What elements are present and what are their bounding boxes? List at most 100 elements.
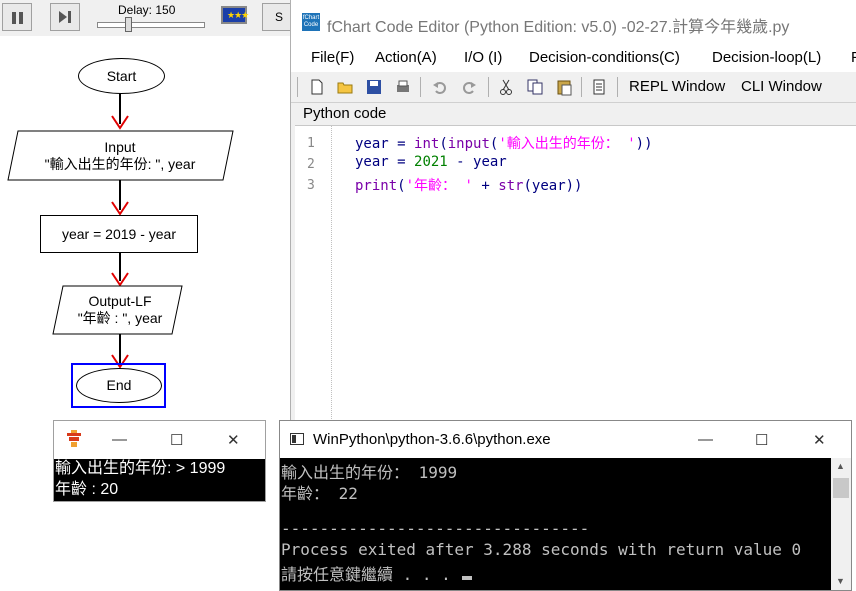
flowchart-canvas: Start Input "輸入出生的年份: ", year year = 201… <box>0 36 290 591</box>
cut-icon[interactable] <box>497 78 515 96</box>
open-folder-icon[interactable] <box>336 78 354 96</box>
vertical-scrollbar[interactable]: ▲ ▼ <box>831 458 851 590</box>
line-number: 2 <box>307 157 315 172</box>
code-editor-window: fChart Code fChart Code Editor (Python E… <box>290 0 856 421</box>
output-node[interactable]: Output-LF "年齡 : ", year <box>62 290 178 330</box>
code-token: '輸入出生的年份： ' <box>498 136 636 152</box>
console-line: Process exited after 3.288 seconds with … <box>281 540 802 559</box>
step-button[interactable] <box>50 3 80 31</box>
python-console-window: WinPython\python-3.6.6\python.exe — ☐ ✕ … <box>279 420 852 591</box>
editor-titlebar[interactable]: fChart Code fChart Code Editor (Python E… <box>291 0 856 44</box>
menu-action[interactable]: Action(A) <box>375 49 437 66</box>
delay-label: Delay: 150 <box>118 3 176 17</box>
console-line: 請按任意鍵繼續 . . . <box>281 565 461 584</box>
scroll-down-icon[interactable]: ▼ <box>836 576 845 586</box>
redo-icon[interactable] <box>460 78 478 96</box>
eu-flag-icon[interactable]: ★★★ <box>221 6 249 24</box>
page-icon[interactable] <box>590 78 608 96</box>
input-title: Input <box>104 139 136 155</box>
end-node[interactable]: End <box>76 368 162 403</box>
step-icon <box>59 11 71 23</box>
code-token: year <box>355 154 389 170</box>
code-token: print <box>355 178 398 194</box>
delay-track[interactable] <box>97 22 205 28</box>
code-token: + <box>472 178 499 194</box>
save-icon[interactable] <box>365 78 383 96</box>
close-button[interactable]: ✕ <box>227 431 240 449</box>
toolbar-separator <box>581 77 582 97</box>
output-args: "年齡 : ", year <box>77 310 163 326</box>
console-line: -------------------------------- <box>281 519 590 538</box>
editor-toolbar: REPL Window CLI Window <box>291 72 856 103</box>
code-token: 2021 <box>414 154 448 170</box>
start-node[interactable]: Start <box>78 58 165 94</box>
pause-button[interactable] <box>2 3 32 31</box>
start-label: Start <box>106 67 137 84</box>
code-token: (year)) <box>523 178 583 194</box>
copy-icon[interactable] <box>526 78 544 96</box>
fchart-logo-icon: fChart Code <box>302 13 320 31</box>
input-args: "輸入出生的年份: ", year <box>44 156 196 172</box>
line-number: 1 <box>307 136 315 151</box>
code-token: input <box>447 136 490 152</box>
editor-title: fChart Code Editor (Python Edition: v5.0… <box>327 19 790 36</box>
maximize-button[interactable]: ☐ <box>170 431 183 449</box>
undo-icon[interactable] <box>431 78 449 96</box>
scroll-up-icon[interactable]: ▲ <box>836 461 845 471</box>
console-line: 年齡： 22 <box>281 484 358 503</box>
code-token: ( <box>397 178 406 194</box>
console-icon <box>290 433 304 445</box>
repl-window-button[interactable]: REPL Window <box>629 78 725 95</box>
console-titlebar[interactable]: — ☐ ✕ <box>54 421 265 459</box>
assign-node[interactable]: year = 2019 - year <box>40 215 198 253</box>
code-token: ( <box>439 136 448 152</box>
console-output: 輸入出生的年份: > 1999 年齡 : 20 <box>54 459 265 501</box>
assign-label: year = 2019 - year <box>61 225 176 242</box>
editor-menubar: File(F) Action(A) I/O (I) Decision-condi… <box>291 44 856 72</box>
print-icon[interactable] <box>394 78 412 96</box>
paste-icon[interactable] <box>555 78 573 96</box>
code-token: year <box>355 136 389 152</box>
code-token: = <box>388 136 415 152</box>
toolbar-separator <box>420 77 421 97</box>
python-console-titlebar[interactable]: WinPython\python-3.6.6\python.exe — ☐ ✕ <box>280 421 851 458</box>
code-token: '年齡： ' <box>405 178 473 194</box>
scroll-thumb[interactable] <box>833 478 849 498</box>
code-line-2[interactable]: year = 2021 - year <box>355 154 507 170</box>
flag-stars: ★★★ <box>227 10 249 20</box>
minimize-button[interactable]: — <box>112 431 127 448</box>
code-editor[interactable]: 1 2 3 year = int(input('輸入出生的年份： ')) yea… <box>295 125 856 421</box>
end-label: End <box>106 377 132 393</box>
code-line-1[interactable]: year = int(input('輸入出生的年份： ')) <box>355 133 653 153</box>
flowchart-console-window: — ☐ ✕ 輸入出生的年份: > 1999 年齡 : 20 <box>53 420 266 502</box>
code-token: = <box>388 154 415 170</box>
input-node[interactable]: Input "輸入出生的年份: ", year <box>20 136 220 176</box>
pause-icon <box>12 12 16 24</box>
console-line: 年齡 : 20 <box>55 481 119 498</box>
toolbar-separator <box>488 77 489 97</box>
maximize-button[interactable]: ☐ <box>755 431 768 449</box>
python-console-output[interactable]: 輸入出生的年份： 1999 年齡： 22 -------------------… <box>280 458 831 590</box>
text-cursor <box>462 576 473 580</box>
code-token: - year <box>447 154 507 170</box>
code-line-3[interactable]: print('年齡： ' + str(year)) <box>355 175 583 195</box>
console-prompt-line: 請按任意鍵繼續 . . . <box>281 561 473 585</box>
cli-window-button[interactable]: CLI Window <box>741 78 822 95</box>
menu-io[interactable]: I/O (I) <box>464 49 502 66</box>
new-file-icon[interactable] <box>308 78 326 96</box>
line-number: 3 <box>307 178 315 193</box>
delay-thumb[interactable] <box>125 17 132 32</box>
code-token: str <box>498 178 524 194</box>
delay-slider[interactable]: Delay: 150 <box>95 2 207 32</box>
toolbar-separator <box>297 77 298 97</box>
menu-decision-conditions[interactable]: Decision-conditions(C) <box>529 49 680 66</box>
close-button[interactable]: ✕ <box>813 431 826 449</box>
menu-file[interactable]: File(F) <box>311 49 354 66</box>
app-icon <box>67 430 81 447</box>
python-code-label: Python code <box>303 105 387 122</box>
menu-decision-loop[interactable]: Decision-loop(L) <box>712 49 821 66</box>
output-title: Output-LF <box>88 293 152 309</box>
minimize-button[interactable]: — <box>698 431 713 448</box>
console-line: 輸入出生的年份: > 1999 <box>55 460 226 477</box>
menu-more[interactable]: P <box>851 49 856 66</box>
